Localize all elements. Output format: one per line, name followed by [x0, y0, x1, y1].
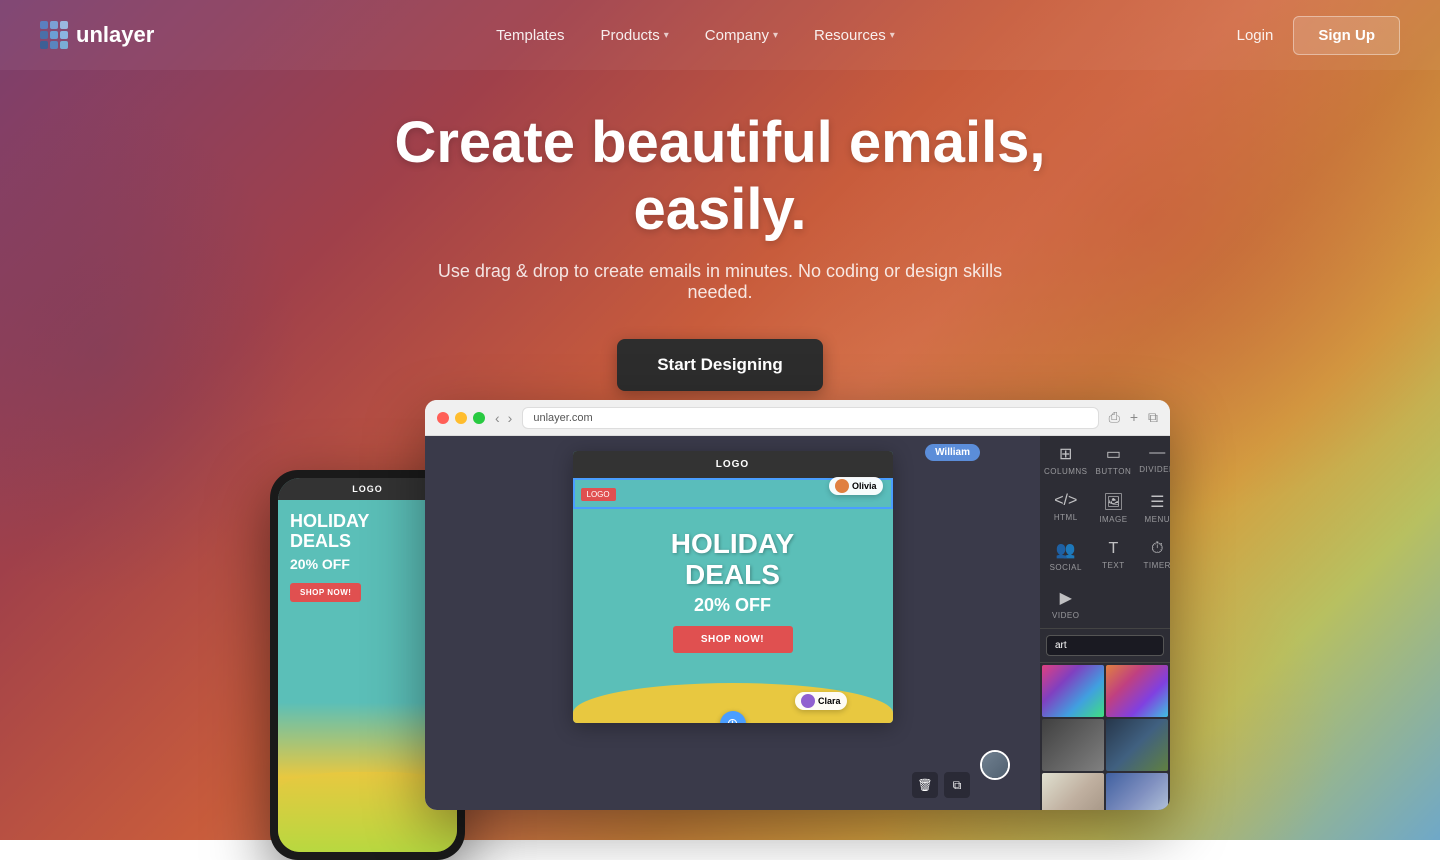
- email-template: Dev Victoria Olivia LOGO: [573, 451, 893, 723]
- forward-arrow-icon[interactable]: ›: [508, 410, 513, 426]
- tool-columns[interactable]: ⊞ COLUMNS: [1040, 436, 1092, 484]
- panel-search-input[interactable]: [1046, 635, 1164, 656]
- panel-image-4[interactable]: [1106, 719, 1168, 771]
- tool-divider[interactable]: — DIVIDER: [1135, 436, 1170, 484]
- nav-resources[interactable]: Resources ▾: [814, 27, 895, 44]
- html-icon: </>: [1054, 492, 1077, 510]
- user-avatar: [980, 750, 1010, 780]
- nav-links: Templates Products ▾ Company ▾ Resources…: [496, 27, 895, 44]
- email-logo-badge: LOGO: [581, 488, 616, 501]
- delete-button[interactable]: 🗑: [912, 772, 938, 798]
- url-bar[interactable]: unlayer.com: [522, 407, 1098, 429]
- canvas-toolbar: 🗑 ⧉: [912, 772, 970, 798]
- login-button[interactable]: Login: [1237, 27, 1274, 44]
- email-shop-btn: SHOP NOW!: [673, 626, 793, 653]
- panel-image-2[interactable]: [1106, 665, 1168, 717]
- tool-html[interactable]: </> HTML: [1040, 484, 1092, 532]
- phone-holiday-title: HOLIDAYDEALS: [290, 512, 445, 552]
- phone-shop-btn: SHOP NOW!: [290, 583, 361, 602]
- company-chevron-icon: ▾: [773, 30, 778, 41]
- collaborator-badge-olivia: Olivia: [829, 477, 883, 495]
- email-body: HOLIDAYDEALS 20% OFF SHOP NOW!: [573, 509, 893, 673]
- logo[interactable]: unlayer: [40, 21, 154, 49]
- tool-button[interactable]: ▭ BUTTON: [1092, 436, 1136, 484]
- social-icon: 👥: [1056, 540, 1076, 560]
- browser-titlebar: ‹ › unlayer.com ⎙ + ⧉: [425, 400, 1170, 436]
- avatar-chip-william: William: [925, 444, 980, 461]
- share-icon[interactable]: ⎙: [1109, 409, 1120, 426]
- panel-image-6[interactable]: [1106, 773, 1168, 810]
- navbar: unlayer Templates Products ▾ Company ▾ R…: [0, 0, 1440, 70]
- email-header: LOGO: [573, 451, 893, 478]
- tool-image[interactable]: 🖼 IMAGE: [1092, 484, 1136, 532]
- hero-content: Create beautiful emails, easily. Use dra…: [0, 110, 1440, 391]
- tool-social[interactable]: 👥 SOCIAL: [1040, 532, 1092, 580]
- hero-subtitle: Use drag & drop to create emails in minu…: [420, 261, 1020, 303]
- phone-discount: 20% OFF: [290, 556, 445, 572]
- menu-icon: ☰: [1150, 492, 1164, 512]
- panel-tools-grid: ⊞ COLUMNS ▭ BUTTON — DIVIDER </> HTML: [1040, 436, 1170, 629]
- fullscreen-traffic-light[interactable]: [473, 412, 485, 424]
- logo-grid-icon: [40, 21, 68, 49]
- url-text: unlayer.com: [533, 412, 592, 424]
- tool-timer[interactable]: ⏱ TIMER: [1135, 532, 1170, 580]
- text-icon: T: [1109, 540, 1119, 558]
- collaborator-badge-clara: Clara: [795, 692, 847, 710]
- browser-window: ‹ › unlayer.com ⎙ + ⧉ William Dev: [425, 400, 1170, 810]
- brand-name: unlayer: [76, 22, 154, 48]
- duplicate-button[interactable]: ⧉: [944, 772, 970, 798]
- minimize-traffic-light[interactable]: [455, 412, 467, 424]
- browser-nav-arrows: ‹ ›: [495, 410, 512, 426]
- columns-icon: ⊞: [1059, 444, 1072, 464]
- video-icon: ▶: [1060, 588, 1072, 608]
- hero-title: Create beautiful emails, easily.: [320, 110, 1120, 243]
- browser-body: William Dev Victoria Olivia: [425, 436, 1170, 810]
- tabs-icon[interactable]: ⧉: [1148, 409, 1158, 426]
- tool-menu[interactable]: ☰ MENU: [1135, 484, 1170, 532]
- traffic-lights: [437, 412, 485, 424]
- browser-actions: ⎙ + ⧉: [1109, 409, 1158, 426]
- signup-button[interactable]: Sign Up: [1293, 16, 1400, 55]
- button-icon: ▭: [1106, 444, 1121, 464]
- nav-company[interactable]: Company ▾: [705, 27, 778, 44]
- back-arrow-icon[interactable]: ‹: [495, 410, 500, 426]
- nav-products[interactable]: Products ▾: [601, 27, 669, 44]
- email-off-text: 20% OFF: [593, 595, 873, 616]
- panel-image-3[interactable]: [1042, 719, 1104, 771]
- email-canvas[interactable]: William Dev Victoria Olivia: [425, 436, 1040, 810]
- divider-icon: —: [1149, 444, 1165, 462]
- timer-icon: ⏱: [1151, 540, 1163, 558]
- tool-text[interactable]: T TEXT: [1092, 532, 1136, 580]
- start-designing-button[interactable]: Start Designing: [617, 339, 823, 391]
- image-icon: 🖼: [1103, 492, 1123, 512]
- panel-image-grid: [1040, 663, 1170, 810]
- panel-search: [1040, 629, 1170, 663]
- nav-templates[interactable]: Templates: [496, 27, 564, 44]
- tool-video[interactable]: ▶ VIDEO: [1040, 580, 1092, 628]
- panel-image-5[interactable]: [1042, 773, 1104, 810]
- close-traffic-light[interactable]: [437, 412, 449, 424]
- device-mockups: LOGO HOLIDAYDEALS 20% OFF SHOP NOW! ‹ › …: [270, 400, 1170, 860]
- nav-actions: Login Sign Up: [1237, 16, 1400, 55]
- editor-right-panel: ⊞ COLUMNS ▭ BUTTON — DIVIDER </> HTML: [1040, 436, 1170, 810]
- products-chevron-icon: ▾: [664, 30, 669, 41]
- add-tab-icon[interactable]: +: [1130, 409, 1138, 426]
- email-logo-text: LOGO: [716, 459, 749, 470]
- resources-chevron-icon: ▾: [890, 30, 895, 41]
- email-holiday-text: HOLIDAYDEALS: [593, 529, 873, 591]
- panel-image-1[interactable]: [1042, 665, 1104, 717]
